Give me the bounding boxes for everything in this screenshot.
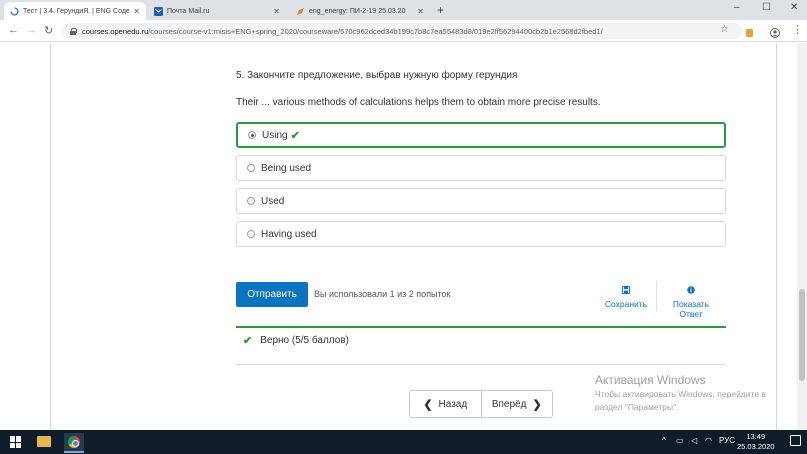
floppy-disk-icon — [600, 286, 652, 297]
show-answer-label-1: Показать — [672, 299, 710, 309]
file-explorer-icon[interactable] — [37, 436, 51, 447]
clock-date: 25.03.2020 — [737, 442, 775, 451]
watermark-line-2: раздел "Параметры". — [595, 402, 679, 412]
divider — [236, 364, 726, 365]
option-label: Using — [262, 129, 288, 141]
save-button[interactable]: Сохранить — [600, 286, 652, 309]
chrome-taskbar-button[interactable] — [64, 433, 84, 453]
browser-tab-bar: Тест | 3.4. ГерундиЯ. | ENG Содер ✕ Почт… — [0, 0, 807, 20]
result-message: ✔ Верно (5/5 баллов) — [243, 334, 349, 347]
tab-title: Тест | 3.4. ГерундиЯ. | ENG Содер — [23, 7, 130, 15]
tab-mail[interactable]: Почта Mail.ru ✕ — [148, 2, 286, 20]
reload-icon[interactable]: ↻ — [44, 24, 53, 37]
radio-button[interactable] — [247, 230, 255, 238]
livejournal-icon — [296, 7, 305, 16]
watermark-line-1: Чтобы активировать Windows, перейдите в — [595, 389, 766, 399]
clock-time: 13:49 — [746, 432, 766, 441]
show-answer-label-2: Ответ — [679, 309, 703, 319]
extension-icon[interactable] — [745, 25, 754, 37]
result-status-bar — [236, 326, 726, 328]
radio-button[interactable] — [247, 164, 255, 172]
sequence-navigation: ❮ Назад Вперёд ❯ — [409, 390, 553, 418]
save-label: Сохранить — [604, 299, 648, 309]
bookmark-star-icon[interactable]: ☆ — [720, 24, 729, 35]
mail-icon — [154, 6, 163, 16]
scrollbar-thumb[interactable] — [799, 289, 805, 381]
tab-title: eng_energy: ПИ-2-19 25.03.20 — [309, 7, 406, 15]
checkmark-icon: ✔ — [243, 335, 253, 347]
windows-activation-watermark: Активация Windows Чтобы активировать Win… — [595, 373, 766, 413]
tab-title: Почта Mail.ru — [167, 7, 210, 15]
close-tab-icon[interactable]: ✕ — [133, 7, 140, 16]
action-divider — [656, 281, 657, 311]
language-indicator[interactable]: РУС — [719, 436, 735, 445]
url-host: courses.openedu.ru — [82, 26, 149, 36]
notifications-icon[interactable] — [790, 435, 801, 446]
result-text: Верно (5/5 баллов) — [260, 335, 349, 346]
lock-icon — [70, 27, 77, 35]
page-scrollbar[interactable] — [797, 43, 807, 430]
tray-up-arrow-icon[interactable]: ^ — [662, 436, 666, 445]
question-title: 5. Закончите предложение, выбрав нужную … — [236, 70, 518, 81]
answer-option-using[interactable]: Using ✔ — [236, 122, 726, 148]
previous-button[interactable]: ❮ Назад — [410, 391, 481, 417]
close-tab-icon[interactable]: ✕ — [417, 7, 424, 16]
previous-label: Назад — [438, 398, 468, 410]
new-tab-button[interactable]: + — [437, 3, 444, 17]
chevron-right-icon: ❯ — [532, 398, 542, 411]
close-tab-icon[interactable]: ✕ — [273, 7, 280, 16]
close-window-button[interactable]: ✕ — [790, 2, 798, 13]
tab-eng-energy[interactable]: eng_energy: ПИ-2-19 25.03.20 ✕ — [290, 2, 430, 20]
content-border-left — [50, 43, 51, 430]
menu-kebab-icon[interactable]: ⋮ — [792, 23, 803, 36]
network-icon[interactable]: ▭ — [676, 436, 684, 445]
course-page: 5. Закончите предложение, выбрав нужную … — [0, 43, 807, 430]
forward-arrow-icon[interactable]: → — [26, 24, 37, 36]
answer-option-having-used[interactable]: Having used — [236, 221, 726, 247]
volume-icon[interactable]: ◁ — [691, 436, 697, 445]
minimize-button[interactable]: – — [734, 2, 740, 13]
option-label: Having used — [261, 228, 317, 240]
radio-selected[interactable] — [248, 131, 256, 139]
checkmark-icon: ✔ — [290, 129, 300, 142]
next-button[interactable]: Вперёд ❯ — [480, 391, 553, 417]
option-label: Used — [261, 195, 285, 207]
show-answer-button[interactable]: Показать Ответ — [664, 286, 718, 319]
system-clock[interactable]: 13:49 25.03.2020 — [737, 432, 775, 452]
answer-option-being-used[interactable]: Being used — [236, 155, 726, 181]
account-icon[interactable] — [770, 25, 780, 38]
chrome-icon — [68, 436, 80, 448]
radio-button[interactable] — [247, 197, 255, 205]
tab-test[interactable]: Тест | 3.4. ГерундиЯ. | ENG Содер ✕ — [4, 2, 146, 20]
url-path: /courses/course-v1:misis+ENG+spring_2020… — [148, 26, 603, 36]
next-label: Вперёд — [491, 398, 527, 410]
option-label: Being used — [261, 162, 312, 174]
wifi-icon[interactable]: ◠ — [705, 436, 712, 445]
loading-icon — [10, 6, 19, 16]
maximize-button[interactable]: ☐ — [762, 2, 771, 13]
info-icon — [664, 286, 718, 297]
chevron-left-icon: ❮ — [423, 398, 433, 411]
question-text: Their ... various methods of calculation… — [236, 97, 601, 108]
content-border-right — [776, 43, 777, 430]
browser-toolbar: ← → ↻ courses.openedu.ru/courses/course-… — [0, 20, 807, 42]
submit-button[interactable]: Отправить — [236, 282, 308, 307]
attempts-counter: Вы использовали 1 из 2 попыток — [314, 289, 451, 299]
answer-option-used[interactable]: Used — [236, 188, 726, 214]
windows-start-icon[interactable] — [10, 436, 22, 448]
back-arrow-icon[interactable]: ← — [8, 24, 19, 36]
windows-taskbar: ^ ▭ ◁ ◠ РУС 13:49 25.03.2020 — [0, 430, 807, 454]
address-bar[interactable]: courses.openedu.ru/courses/course-v1:mis… — [62, 23, 742, 39]
watermark-title: Активация Windows — [595, 373, 706, 387]
